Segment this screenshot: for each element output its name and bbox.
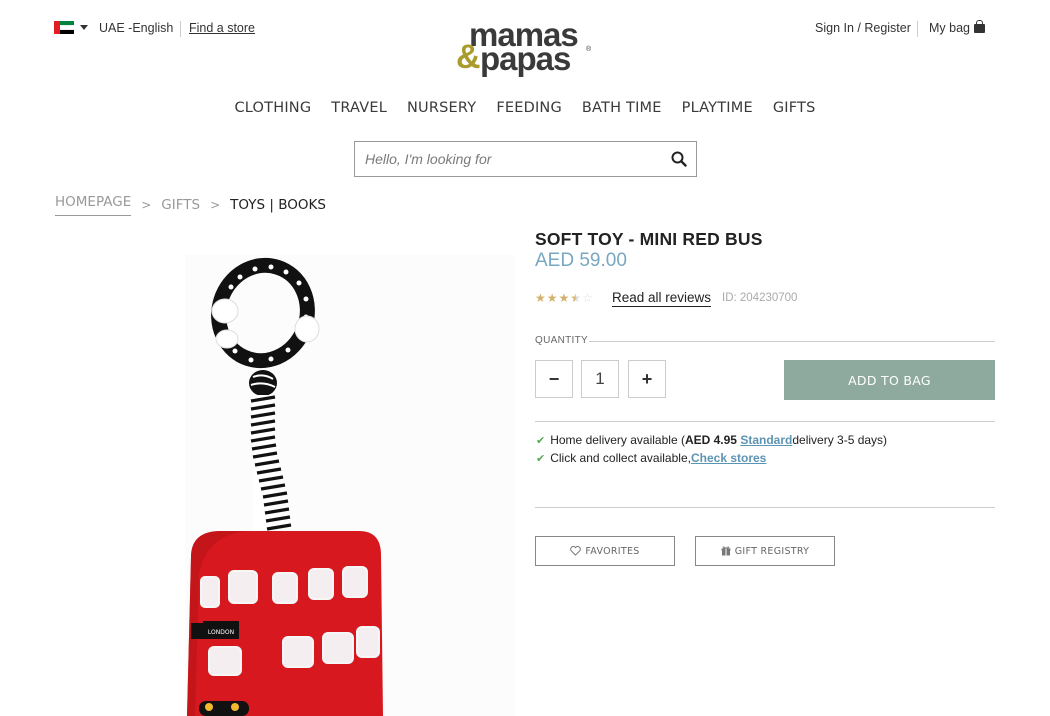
breadcrumb-homepage[interactable]: HOMEPAGE [55, 194, 132, 216]
divider [180, 21, 181, 37]
country-selector[interactable] [54, 21, 88, 35]
home-delivery-info: ✔ Home delivery available (AED 4.95 Stan… [536, 433, 888, 447]
heart-icon [570, 546, 582, 556]
uae-flag-icon [54, 21, 74, 35]
standard-delivery-link[interactable]: Standard [740, 433, 792, 447]
my-bag-label: My bag [929, 21, 970, 35]
read-reviews-link[interactable]: Read all reviews [612, 290, 712, 307]
quantity-decrease-button[interactable]: − [535, 360, 573, 398]
nav-nursery[interactable]: NURSERY [407, 100, 476, 116]
product-image[interactable]: LONDON [185, 255, 515, 716]
search-icon[interactable] [671, 151, 687, 167]
shopping-bag-icon [974, 19, 985, 33]
divider [589, 341, 995, 342]
quantity-input[interactable] [581, 360, 619, 398]
add-to-bag-button[interactable]: ADD TO BAG [784, 360, 995, 400]
nav-travel[interactable]: TRAVEL [331, 100, 387, 116]
gift-icon [721, 546, 731, 556]
gift-registry-button[interactable]: GIFT REGISTRY [695, 536, 835, 566]
quantity-increase-button[interactable]: + [628, 360, 666, 398]
mamas-papas-logo[interactable]: mamas & papas ® [456, 18, 596, 76]
locale-label[interactable]: UAE -English [99, 21, 173, 35]
click-collect-info: ✔ Click and collect available, Check sto… [536, 451, 767, 465]
star-full-icon: ★ [546, 291, 558, 305]
delivery-price: AED 4.95 [684, 433, 737, 447]
breadcrumb: HOMEPAGE > GIFTS > TOYS | BOOKS [55, 194, 326, 216]
product-price: AED 59.00 [535, 250, 627, 271]
top-bar: UAE -English Find a store mamas & papas … [0, 0, 1050, 90]
chevron-down-icon [80, 25, 88, 30]
product-title: SOFT TOY - MINI RED BUS [535, 229, 763, 249]
favorites-button[interactable]: FAVORITES [535, 536, 675, 566]
search-box [354, 141, 697, 177]
main-nav: CLOTHING TRAVEL NURSERY FEEDING BATH TIM… [0, 100, 1050, 116]
product-id: ID: 204230700 [722, 292, 798, 304]
nav-clothing[interactable]: CLOTHING [234, 100, 311, 116]
nav-feeding[interactable]: FEEDING [496, 100, 562, 116]
star-empty-icon: ☆ [582, 291, 593, 305]
rating-stars: ★ ★ ★ ★ ☆ [535, 291, 594, 305]
bus-sign-text: LONDON [208, 629, 234, 636]
breadcrumb-gifts[interactable]: GIFTS [161, 197, 200, 213]
breadcrumb-current: TOYS | BOOKS [230, 197, 326, 213]
sign-in-link[interactable]: Sign In / Register [815, 21, 911, 35]
nav-playtime[interactable]: PLAYTIME [682, 100, 753, 116]
chevron-right-icon: > [210, 198, 221, 212]
nav-gifts[interactable]: GIFTS [773, 100, 816, 116]
divider [535, 421, 995, 422]
check-stores-link[interactable]: Check stores [691, 451, 766, 465]
check-icon: ✔ [536, 452, 546, 465]
check-icon: ✔ [536, 434, 546, 447]
quantity-label: QUANTITY [535, 335, 588, 346]
star-half-icon: ★ [570, 291, 582, 305]
search-input[interactable] [355, 142, 655, 176]
divider [535, 507, 995, 508]
chevron-right-icon: > [141, 198, 152, 212]
divider [917, 21, 918, 37]
star-full-icon: ★ [535, 291, 546, 305]
red-bus-toy-image: LONDON [187, 257, 383, 716]
nav-bath-time[interactable]: BATH TIME [582, 100, 662, 116]
find-store-link[interactable]: Find a store [189, 21, 255, 35]
star-full-icon: ★ [558, 291, 570, 305]
my-bag-link[interactable]: My bag [929, 19, 985, 35]
